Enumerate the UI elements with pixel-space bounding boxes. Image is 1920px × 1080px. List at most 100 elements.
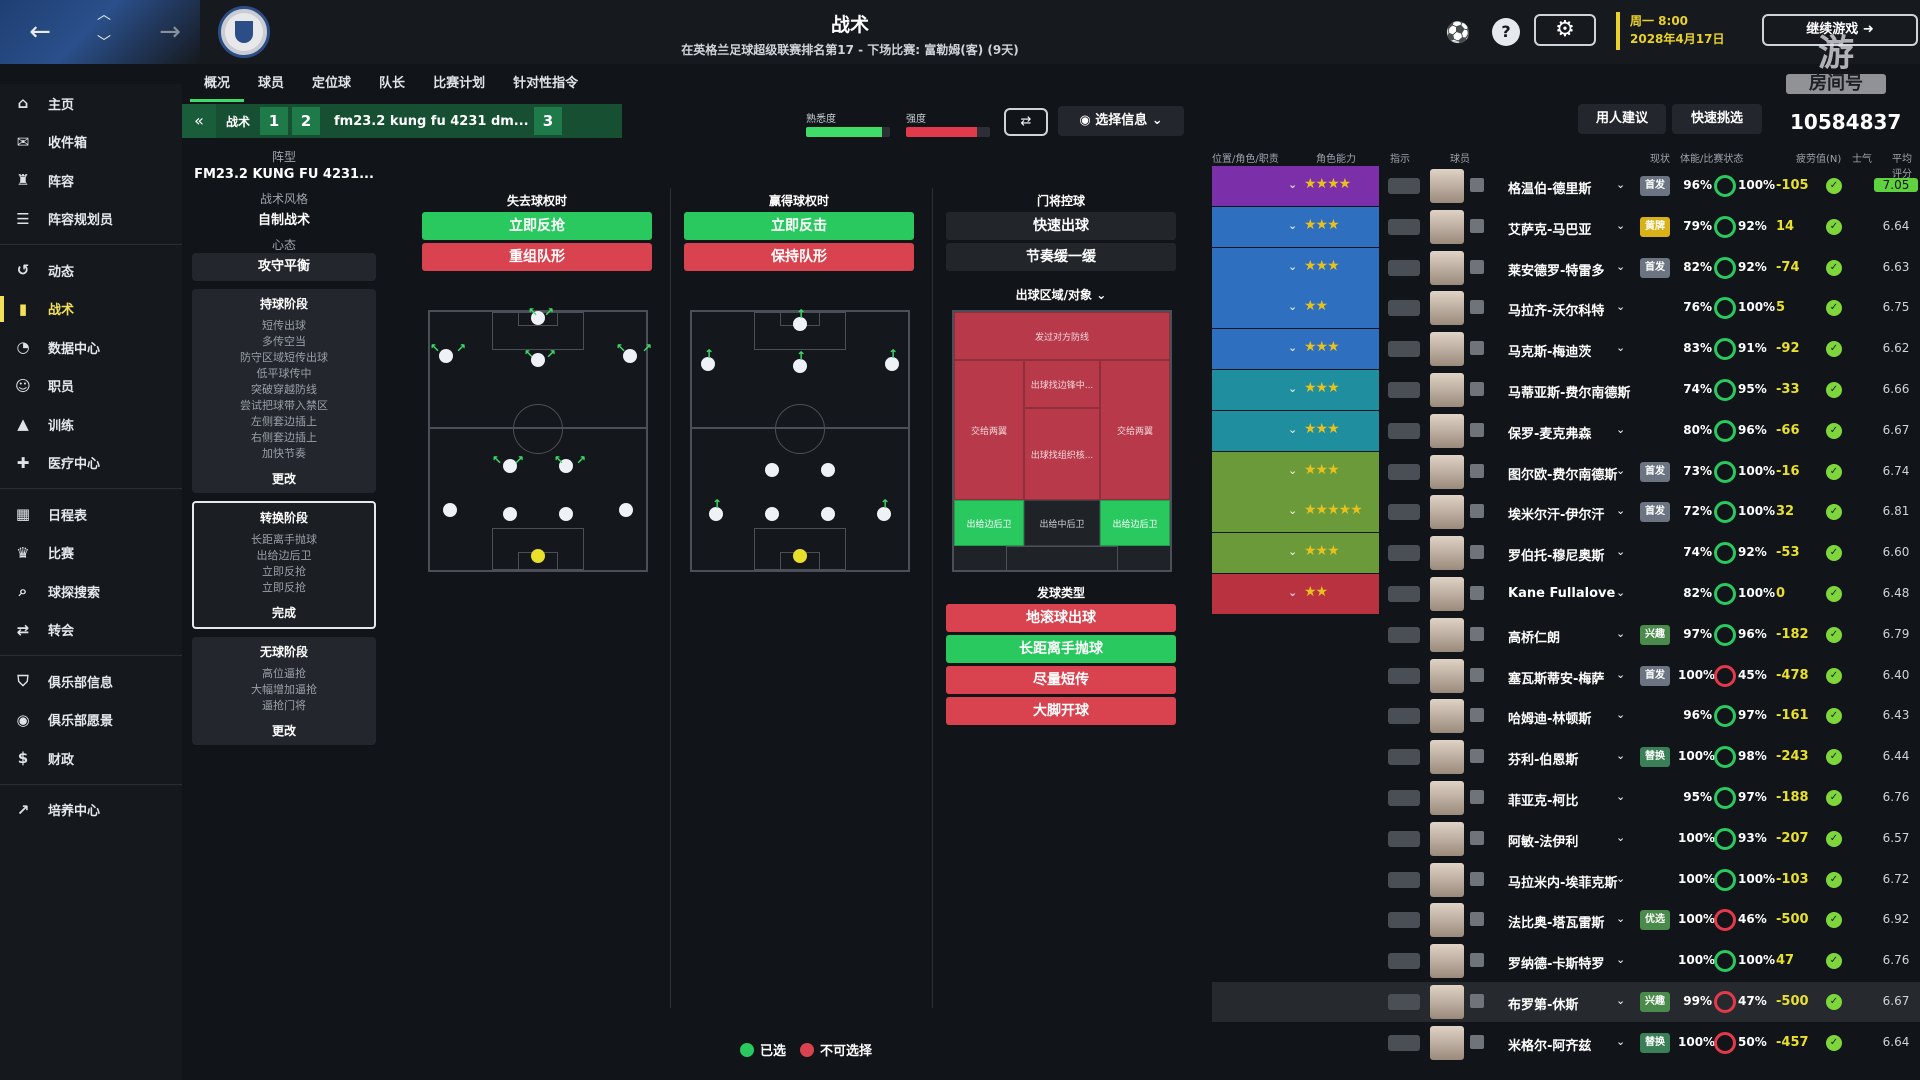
instruction-indicator[interactable] — [1388, 912, 1420, 929]
instruction-indicator[interactable] — [1388, 1034, 1420, 1051]
chevron-down-icon[interactable]: ⌄ — [1616, 341, 1625, 354]
avatar[interactable] — [1430, 373, 1464, 407]
zone-full-back-right[interactable]: 出给边后卫 — [1100, 500, 1170, 546]
sidebar-item-17[interactable]: ↗ 培养中心 — [0, 791, 182, 830]
sidebar-item-16[interactable]: $ 财政 — [0, 739, 182, 778]
counter-press-option[interactable]: 立即反抢 — [422, 212, 652, 240]
table-row[interactable]: 塞瓦斯蒂安-梅萨 ⌄ 首发 100% 45% -478 ✓ 6.40 — [1212, 656, 1920, 696]
zone-flanks-right[interactable]: 交给两翼 — [1100, 360, 1170, 500]
avatar[interactable] — [1430, 1025, 1464, 1060]
avatar[interactable] — [1430, 781, 1464, 815]
squad-col-header[interactable]: 疲劳值(N) — [1796, 150, 1841, 165]
instruction-indicator[interactable] — [1388, 708, 1420, 725]
chevron-down-icon[interactable]: ⌄ — [1616, 1035, 1625, 1048]
mentality-dropdown[interactable]: 攻守平衡 — [192, 253, 376, 281]
avatar[interactable] — [1430, 821, 1464, 856]
football-icon[interactable]: ⚽ — [1444, 18, 1472, 46]
chevron-up-icon[interactable]: ︿ — [86, 6, 122, 24]
instruction-indicator[interactable] — [1388, 586, 1420, 602]
sidebar-item-6[interactable]: ◔ 数据中心 — [0, 328, 182, 367]
chevron-down-icon[interactable]: ⌄ — [1616, 708, 1625, 721]
tactic-slot-3[interactable]: 3 — [534, 107, 563, 135]
help-icon[interactable]: ? — [1492, 18, 1520, 46]
sidebar-item-5[interactable]: ▮ 战术 — [0, 290, 182, 329]
tactic-name-dropdown[interactable]: fm23.2 kung fu 4231 dm... — [324, 114, 534, 129]
chevron-down-icon[interactable]: ⌄ — [1616, 300, 1625, 313]
table-row[interactable]: ⌄ ★★★ 马克斯-梅迪茨 ⌄ 83% 91% -92 ✓ 6.62 — [1212, 329, 1920, 370]
zone-target-forward[interactable]: 出球找边锋中... — [1024, 360, 1100, 408]
squad-col-header[interactable]: 角色能力 — [1316, 150, 1356, 165]
avatar[interactable] — [1430, 250, 1464, 285]
avatar[interactable] — [1430, 577, 1464, 611]
zone-centre-back[interactable]: 出给中后卫 — [1024, 500, 1100, 546]
phase-edit-button[interactable]: 更改 — [196, 722, 372, 739]
instruction-indicator[interactable] — [1388, 871, 1420, 888]
table-row[interactable]: ⌄ ★★★ 保罗-麦克弗森 ⌄ 80% 96% -66 ✓ 6.67 — [1212, 410, 1920, 451]
sidebar-item-11[interactable]: ♛ 比赛 — [0, 534, 182, 573]
avatar[interactable] — [1430, 413, 1464, 448]
squad-col-header[interactable]: 球员 — [1450, 150, 1470, 165]
instruction-indicator[interactable] — [1388, 667, 1420, 684]
tactic-slot-2[interactable]: 2 — [292, 107, 321, 135]
sidebar-item-8[interactable]: ▲ 训练 — [0, 405, 182, 444]
table-row[interactable]: 哈姆迪-林顿斯 ⌄ 96% 97% -161 ✓ 6.43 — [1212, 696, 1920, 736]
hold-shape-option[interactable]: 保持队形 — [684, 243, 914, 271]
chevron-down-icon[interactable]: ⌄ — [1616, 260, 1625, 273]
instruction-indicator[interactable] — [1388, 382, 1420, 398]
avatar[interactable] — [1430, 985, 1464, 1019]
chevron-down-icon[interactable]: ⌄ — [1288, 260, 1297, 273]
settings-button[interactable]: ⚙ — [1534, 14, 1596, 46]
instruction-indicator[interactable] — [1388, 463, 1420, 480]
chevron-down-icon[interactable]: ⌄ — [1616, 749, 1625, 762]
back-arrow-icon[interactable]: ← — [22, 14, 58, 50]
squad-col-header[interactable]: 现状 — [1650, 150, 1670, 165]
sidebar-item-7[interactable]: ☺ 职员 — [0, 367, 182, 406]
avatar[interactable] — [1430, 169, 1464, 203]
instruction-indicator[interactable] — [1388, 953, 1420, 970]
table-row[interactable]: 罗纳德-卡斯特罗 ⌄ 100% 100% 47 ✓ 6.76 — [1212, 941, 1920, 981]
chevron-down-icon[interactable]: ⌄ — [1616, 586, 1625, 599]
zone-flanks-left[interactable]: 交给两翼 — [954, 360, 1024, 500]
counter-option[interactable]: 立即反击 — [684, 212, 914, 240]
zone-full-back-left[interactable]: 出给边后卫 — [954, 500, 1024, 546]
tab-5[interactable]: 针对性指令 — [499, 72, 592, 102]
chevron-down-icon[interactable]: ⌄ — [1616, 545, 1625, 558]
chevron-down-icon[interactable]: ⌄ — [1616, 668, 1625, 681]
avatar[interactable] — [1430, 903, 1464, 938]
avatar[interactable] — [1430, 332, 1464, 367]
chevron-down-icon[interactable]: ⌄ — [1288, 341, 1297, 354]
chevron-down-icon[interactable]: ⌄ — [1616, 627, 1625, 640]
goal-kick-option[interactable]: 大脚开球 — [946, 697, 1176, 725]
short-kicks-option[interactable]: 尽量短传 — [946, 666, 1176, 694]
distribution-area-dropdown[interactable]: 出球区域/对象 ⌄ — [946, 286, 1176, 303]
distribute-quickly-option[interactable]: 快速出球 — [946, 212, 1176, 240]
chevron-down-icon[interactable]: ⌄ — [1288, 178, 1297, 191]
phase-edit-button[interactable]: 更改 — [196, 470, 372, 487]
long-throw-option[interactable]: 长距离手抛球 — [946, 635, 1176, 663]
chevron-down-icon[interactable]: ⌄ — [1616, 831, 1625, 844]
sidebar-item-13[interactable]: ⇄ 转会 — [0, 611, 182, 650]
instruction-indicator[interactable] — [1388, 504, 1420, 521]
regroup-option[interactable]: 重组队形 — [422, 243, 652, 271]
tab-4[interactable]: 比赛计划 — [419, 72, 499, 102]
table-row[interactable]: 布罗第-休斯 ⌄ 兴趣 99% 47% -500 ✓ 6.67 — [1212, 982, 1920, 1022]
chevron-down-icon[interactable]: ⌄ — [1616, 382, 1625, 395]
table-row[interactable]: ⌄ ★★★ 莱安德罗-特雷多 ⌄ 首发 82% 92% -74 ✓ 6.63 — [1212, 247, 1920, 288]
sidebar-item-15[interactable]: ◉ 俱乐部愿景 — [0, 701, 182, 740]
chevron-down-icon[interactable]: ⌄ — [1288, 545, 1297, 558]
chevron-down-icon[interactable]: ⌄ — [1616, 464, 1625, 477]
chevron-down-icon[interactable]: ⌄ — [1616, 994, 1625, 1007]
squad-col-header[interactable]: 体能/比赛状态 — [1680, 150, 1743, 165]
table-row[interactable]: 米格尔-阿齐兹 ⌄ 替换 100% 50% -457 ✓ 6.64 — [1212, 1023, 1920, 1063]
swap-button[interactable]: ⇄ — [1004, 108, 1048, 136]
avatar[interactable] — [1430, 495, 1464, 530]
instruction-indicator[interactable] — [1388, 749, 1420, 766]
tab-1[interactable]: 球员 — [244, 72, 298, 102]
table-row[interactable]: ⌄ ★★★ 图尔欧-费尔南德斯 ⌄ 首发 73% 100% -16 ✓ 6.74 — [1212, 451, 1920, 492]
phase-edit-button[interactable]: 完成 — [198, 604, 370, 621]
instruction-indicator[interactable] — [1388, 341, 1420, 358]
instruction-indicator[interactable] — [1388, 545, 1420, 562]
table-row[interactable]: ⌄ ★★★ 马蒂亚斯-费尔南德斯 ⌄ 74% 95% -33 ✓ 6.66 — [1212, 370, 1920, 410]
phase-box-2[interactable]: 无球阶段 高位逼抢 大幅增加逼抢 逼抢门将 更改 — [192, 637, 376, 745]
club-crest[interactable] — [218, 6, 270, 58]
